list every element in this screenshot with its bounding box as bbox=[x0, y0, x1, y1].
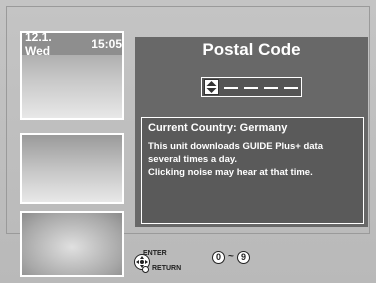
digit-placeholder bbox=[244, 87, 258, 89]
download-notice: This unit downloads GUIDE Plus+ data sev… bbox=[148, 141, 323, 165]
return-circle-icon bbox=[142, 266, 149, 273]
help-bar: ENTER RETURN 0 ~ 9 bbox=[128, 245, 258, 275]
live-preview-thumbnail: 12.1. Wed 15:05 bbox=[20, 30, 124, 120]
time-label: 15:05 bbox=[91, 37, 122, 51]
date-time-header: 12.1. Wed 15:05 bbox=[22, 30, 122, 58]
digit-placeholder bbox=[224, 87, 238, 89]
current-country-label: Current Country: Germany bbox=[148, 122, 288, 134]
range-separator: ~ bbox=[228, 251, 234, 262]
dialog-title: Postal Code bbox=[202, 40, 301, 59]
digit-placeholder bbox=[284, 87, 298, 89]
date-label: 12.1. Wed bbox=[25, 30, 52, 58]
number-9-key: 9 bbox=[237, 251, 250, 264]
preview-thumbnail-2 bbox=[20, 133, 124, 204]
info-box: Current Country: Germany This unit downl… bbox=[141, 117, 364, 224]
postal-code-input[interactable] bbox=[201, 77, 302, 97]
preview-thumbnail-3 bbox=[20, 211, 124, 277]
number-0-key: 0 bbox=[212, 251, 225, 264]
noise-notice: Clicking noise may hear at that time. bbox=[148, 167, 313, 178]
enter-label: ENTER bbox=[143, 250, 167, 257]
postal-code-dialog: Postal Code Current Country: Germany Thi… bbox=[135, 37, 368, 227]
return-label: RETURN bbox=[152, 265, 182, 272]
up-down-arrows-icon[interactable] bbox=[204, 79, 219, 95]
digit-placeholder bbox=[264, 87, 278, 89]
tv-screen: 12.1. Wed 15:05 Postal Code Current Coun… bbox=[0, 0, 376, 283]
